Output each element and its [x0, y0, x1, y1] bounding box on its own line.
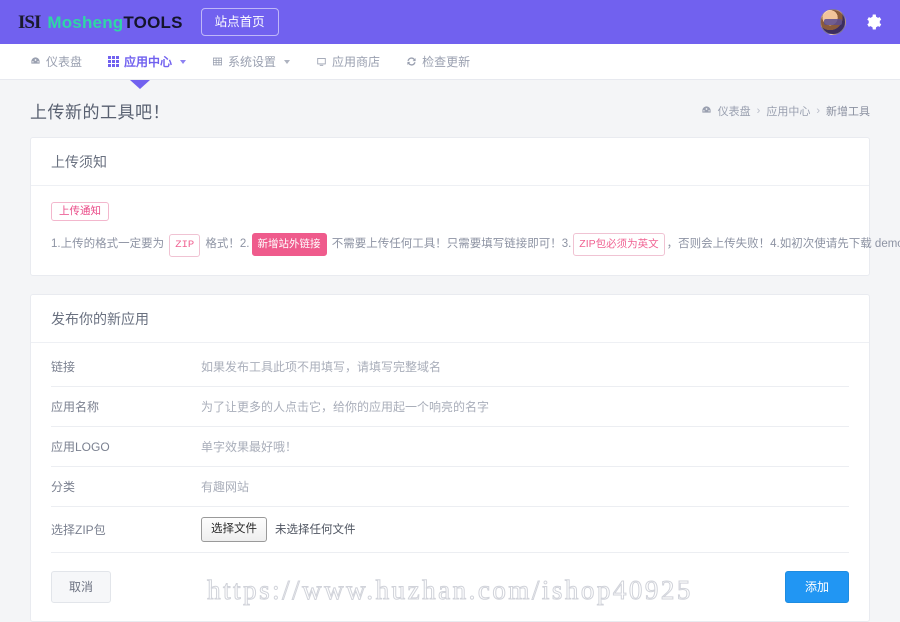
notice-tag-zip: ZIP	[169, 233, 201, 258]
breadcrumb-item-app-center[interactable]: 应用中心	[766, 103, 810, 119]
form-field: 选择文件 未选择任何文件	[201, 507, 849, 551]
store-icon	[317, 57, 326, 66]
status-badge: 上传通知	[51, 202, 109, 221]
form-field	[201, 468, 849, 506]
file-status-text: 未选择任何文件	[275, 524, 356, 537]
form-row-zip-file: 选择ZIP包 选择文件 未选择任何文件	[51, 507, 849, 553]
form-row-app-name: 应用名称	[51, 387, 849, 428]
notice-tag-english-zip: ZIP包必须为英文	[573, 232, 665, 257]
breadcrumb-item-dashboard[interactable]: 仪表盘	[718, 103, 751, 119]
link-input[interactable]	[201, 357, 849, 376]
chevron-down-icon	[284, 59, 291, 64]
active-nav-pointer-icon	[130, 80, 150, 89]
secondary-nav: 仪表盘 应用中心 系统设置 应用商店 检查更新	[0, 44, 900, 89]
notice-text-segment: ，否则会上传失败！4.如初次使请先下载 demo.zip查看应用结构！	[666, 237, 900, 250]
form-label: 选择ZIP包	[51, 522, 106, 537]
refresh-icon	[407, 57, 416, 66]
dashboard-icon	[702, 106, 711, 113]
nav-item-label: 检查更新	[422, 54, 471, 69]
publish-app-card: 发布你的新应用 链接 应用名称 应用LOGO	[30, 294, 870, 622]
form-action-bar: 取消 添加	[31, 553, 869, 621]
submit-add-button[interactable]: 添加	[784, 570, 849, 603]
notice-text-segment: 格式！2.	[202, 237, 250, 250]
app-logo-input[interactable]	[201, 437, 849, 456]
form-row-app-logo: 应用LOGO	[51, 427, 849, 468]
cancel-button[interactable]: 取消	[51, 570, 112, 603]
form-label: 应用名称	[51, 400, 100, 415]
breadcrumb: 仪表盘 › 应用中心 › 新增工具	[701, 103, 870, 119]
notice-text-segment: 不需要上传任何工具！只需要填写链接即可！3.	[328, 237, 572, 250]
form-field	[201, 388, 849, 426]
breadcrumb-separator: ›	[816, 104, 820, 117]
nav-item-label: 应用中心	[124, 54, 173, 69]
notice-text-segment: 1.上传的格式一定要为	[51, 237, 168, 250]
table-icon	[213, 57, 223, 66]
form-field	[201, 428, 849, 466]
upload-notice-body: 上传通知 1.上传的格式一定要为 ZIP 格式！2. 新增站外链接 不需要上传任何…	[31, 186, 900, 275]
form-label: 链接	[51, 360, 76, 375]
choose-file-button[interactable]: 选择文件	[201, 517, 267, 542]
nav-item-label: 应用商店	[332, 54, 381, 69]
publish-app-title: 发布你的新应用	[31, 295, 869, 344]
upload-notice-title: 上传须知	[31, 138, 869, 186]
site-home-button[interactable]: 站点首页	[200, 7, 279, 37]
dashboard-icon	[31, 57, 40, 64]
app-name-input[interactable]	[201, 397, 849, 416]
top-header-bar: ISI MoshengTOOLS 站点首页	[0, 0, 900, 44]
nav-item-dashboard[interactable]: 仪表盘	[30, 56, 82, 68]
brand-name-secondary: TOOLS	[123, 12, 183, 32]
nav-item-check-update[interactable]: 检查更新	[406, 56, 470, 68]
upload-notice-text: 1.上传的格式一定要为 ZIP 格式！2. 新增站外链接 不需要上传任何工具！只需…	[51, 232, 900, 258]
notice-tag-external-link: 新增站外链接	[251, 232, 327, 257]
brand-mark-icon: ISI	[18, 11, 41, 33]
publish-app-form: 链接 应用名称 应用LOGO 分类	[31, 343, 869, 553]
brand-logo[interactable]: ISI MoshengTOOLS	[18, 13, 183, 32]
nav-item-label: 仪表盘	[46, 54, 83, 69]
nav-item-system-settings[interactable]: 系统设置	[212, 54, 291, 69]
header-right-actions	[820, 9, 882, 35]
brand-name-primary: Mosheng	[47, 12, 124, 32]
form-field	[201, 348, 849, 386]
breadcrumb-separator: ›	[756, 104, 761, 117]
form-label: 应用LOGO	[51, 440, 110, 455]
form-label: 分类	[51, 480, 76, 495]
category-input[interactable]	[201, 477, 849, 496]
page-title: 上传新的工具吧！	[30, 103, 170, 122]
nav-item-app-center[interactable]: 应用中心	[108, 54, 187, 69]
avatar[interactable]	[820, 9, 846, 35]
file-input-group[interactable]: 选择文件 未选择任何文件	[201, 517, 849, 542]
breadcrumb-item-current: 新增工具	[826, 105, 870, 118]
chevron-down-icon	[180, 59, 187, 64]
form-row-link: 链接	[51, 347, 849, 388]
upload-notice-card: 上传须知 上传通知 1.上传的格式一定要为 ZIP 格式！2. 新增站外链接 不需…	[30, 137, 900, 277]
form-row-category: 分类	[51, 467, 849, 508]
nav-item-label: 系统设置	[228, 54, 277, 69]
brand-name: MoshengTOOLS	[47, 14, 182, 31]
gear-icon[interactable]	[864, 13, 882, 31]
grid-icon	[108, 56, 120, 67]
content-wrap: 上传须知 上传通知 1.上传的格式一定要为 ZIP 格式！2. 新增站外链接 不需…	[0, 137, 900, 622]
nav-item-app-store[interactable]: 应用商店	[316, 56, 380, 68]
